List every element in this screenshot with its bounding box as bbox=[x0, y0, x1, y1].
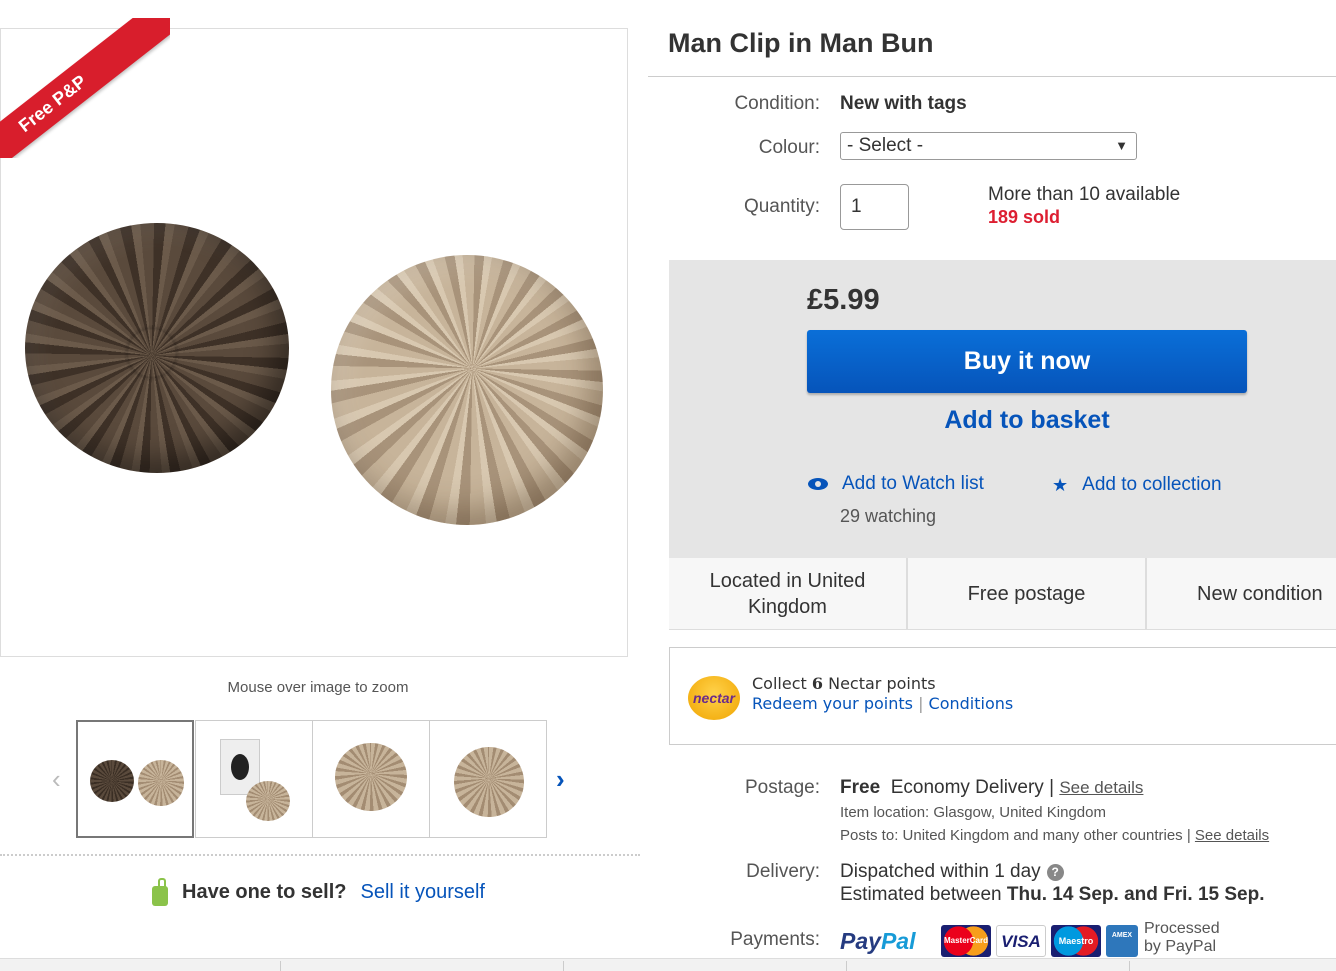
nectar-links: Redeem your points | Conditions bbox=[752, 694, 1014, 713]
price-tag-icon bbox=[150, 878, 168, 906]
thumb-light-bun bbox=[335, 743, 407, 811]
add-to-watch-list-link[interactable]: Add to Watch list bbox=[808, 473, 984, 495]
title-divider bbox=[648, 76, 1336, 77]
maestro-logo: Maestro bbox=[1051, 925, 1101, 957]
colour-label: Colour: bbox=[758, 137, 820, 158]
item-highlights: Located in United Kingdom Free postage N… bbox=[669, 558, 1336, 630]
sell-it-yourself-link[interactable]: Sell it yourself bbox=[361, 881, 486, 904]
condition-value: New with tags bbox=[840, 93, 967, 114]
thumbnail-next-arrow-icon[interactable]: › bbox=[556, 764, 565, 795]
zoom-hint: Mouse over image to zoom bbox=[227, 679, 409, 696]
light-bun-image bbox=[331, 255, 603, 525]
free-postage-ribbon: Free P&P bbox=[0, 18, 170, 158]
postage-free: Free bbox=[840, 777, 881, 798]
buy-it-now-button[interactable]: Buy it now bbox=[807, 330, 1247, 393]
dark-bun-image bbox=[25, 223, 289, 473]
dropdown-arrow-icon: ▼ bbox=[1115, 138, 1128, 153]
bottom-tab-strip bbox=[0, 958, 1336, 971]
quantity-input[interactable]: 1 bbox=[840, 184, 909, 230]
delivery-label: Delivery: bbox=[746, 861, 820, 882]
condition-label: Condition: bbox=[734, 93, 820, 114]
thumbnail-4[interactable] bbox=[429, 720, 547, 838]
thumbnail-2[interactable] bbox=[195, 720, 313, 838]
eye-icon bbox=[808, 478, 828, 490]
watching-count: 29 watching bbox=[840, 506, 937, 526]
nectar-logo: nectar bbox=[688, 676, 740, 720]
thumb-light-bun bbox=[246, 781, 290, 821]
collection-label: Add to collection bbox=[1082, 474, 1222, 495]
help-icon[interactable]: ? bbox=[1046, 864, 1064, 881]
nectar-panel: nectar Collect 6 Nectar points Redeem yo… bbox=[669, 647, 1336, 745]
quantity-label: Quantity: bbox=[743, 196, 820, 217]
dispatch-text: Dispatched within 1 day? bbox=[840, 861, 1064, 883]
thumb-bun-back bbox=[454, 747, 524, 817]
sell-prompt: Have one to sell? Sell it yourself bbox=[150, 878, 485, 906]
thumbnail-1[interactable] bbox=[76, 720, 194, 838]
processed-by-paypal: Processed by PayPal bbox=[1144, 920, 1220, 955]
nectar-points: 6 bbox=[811, 674, 823, 693]
nectar-collect-text: Collect 6 Nectar points bbox=[752, 674, 936, 693]
conditions-link[interactable]: Conditions bbox=[929, 694, 1014, 713]
amex-logo: AMEX bbox=[1106, 925, 1138, 957]
sell-question: Have one to sell? bbox=[182, 880, 347, 903]
watch-list-label: Add to Watch list bbox=[842, 473, 984, 494]
availability-text: More than 10 available bbox=[988, 184, 1181, 205]
postage-label: Postage: bbox=[745, 777, 820, 798]
divider bbox=[0, 854, 640, 856]
estimated-range: Thu. 14 Sep. and Fri. 15 Sep. bbox=[1006, 884, 1265, 905]
highlight-condition: New condition bbox=[1197, 583, 1323, 605]
ribbon-label: Free P&P bbox=[14, 71, 91, 137]
add-to-basket-button[interactable]: Add to basket bbox=[807, 406, 1247, 435]
postage-see-details-link[interactable]: See details bbox=[1059, 778, 1143, 797]
redeem-points-link[interactable]: Redeem your points bbox=[752, 694, 913, 713]
thumb-light-bun bbox=[138, 760, 184, 806]
highlight-location: Located in United Kingdom bbox=[669, 558, 908, 630]
estimated-delivery: Estimated between Thu. 14 Sep. and Fri. … bbox=[840, 884, 1265, 905]
highlight-postage: Free postage bbox=[908, 558, 1147, 630]
postage-service: Economy Delivery bbox=[890, 777, 1044, 798]
visa-logo: VISA bbox=[996, 925, 1046, 957]
postage-value: Free Economy Delivery | See details bbox=[840, 777, 1144, 798]
thumbnail-3[interactable] bbox=[312, 720, 430, 838]
add-to-collection-link[interactable]: ★ Add to collection bbox=[1052, 474, 1222, 496]
posts-to-see-details-link[interactable]: See details bbox=[1195, 827, 1269, 844]
mastercard-logo: MasterCard bbox=[941, 925, 991, 957]
colour-selected-value: - Select - bbox=[847, 135, 924, 156]
star-icon: ★ bbox=[1052, 474, 1069, 495]
item-location: Item location: Glasgow, United Kingdom bbox=[840, 804, 1106, 821]
price: £5.99 bbox=[807, 284, 880, 316]
sold-count[interactable]: 189 sold bbox=[988, 207, 1060, 228]
payments-label: Payments: bbox=[730, 929, 820, 950]
thumbnail-prev-arrow-icon[interactable]: ‹ bbox=[52, 764, 61, 795]
paypal-logo: PayPal bbox=[840, 928, 916, 954]
page-title: Man Clip in Man Bun bbox=[668, 28, 934, 58]
posts-to: Posts to: United Kingdom and many other … bbox=[840, 827, 1270, 844]
colour-select[interactable]: - Select - ▼ bbox=[840, 132, 1137, 160]
thumb-dark-bun bbox=[90, 760, 134, 802]
